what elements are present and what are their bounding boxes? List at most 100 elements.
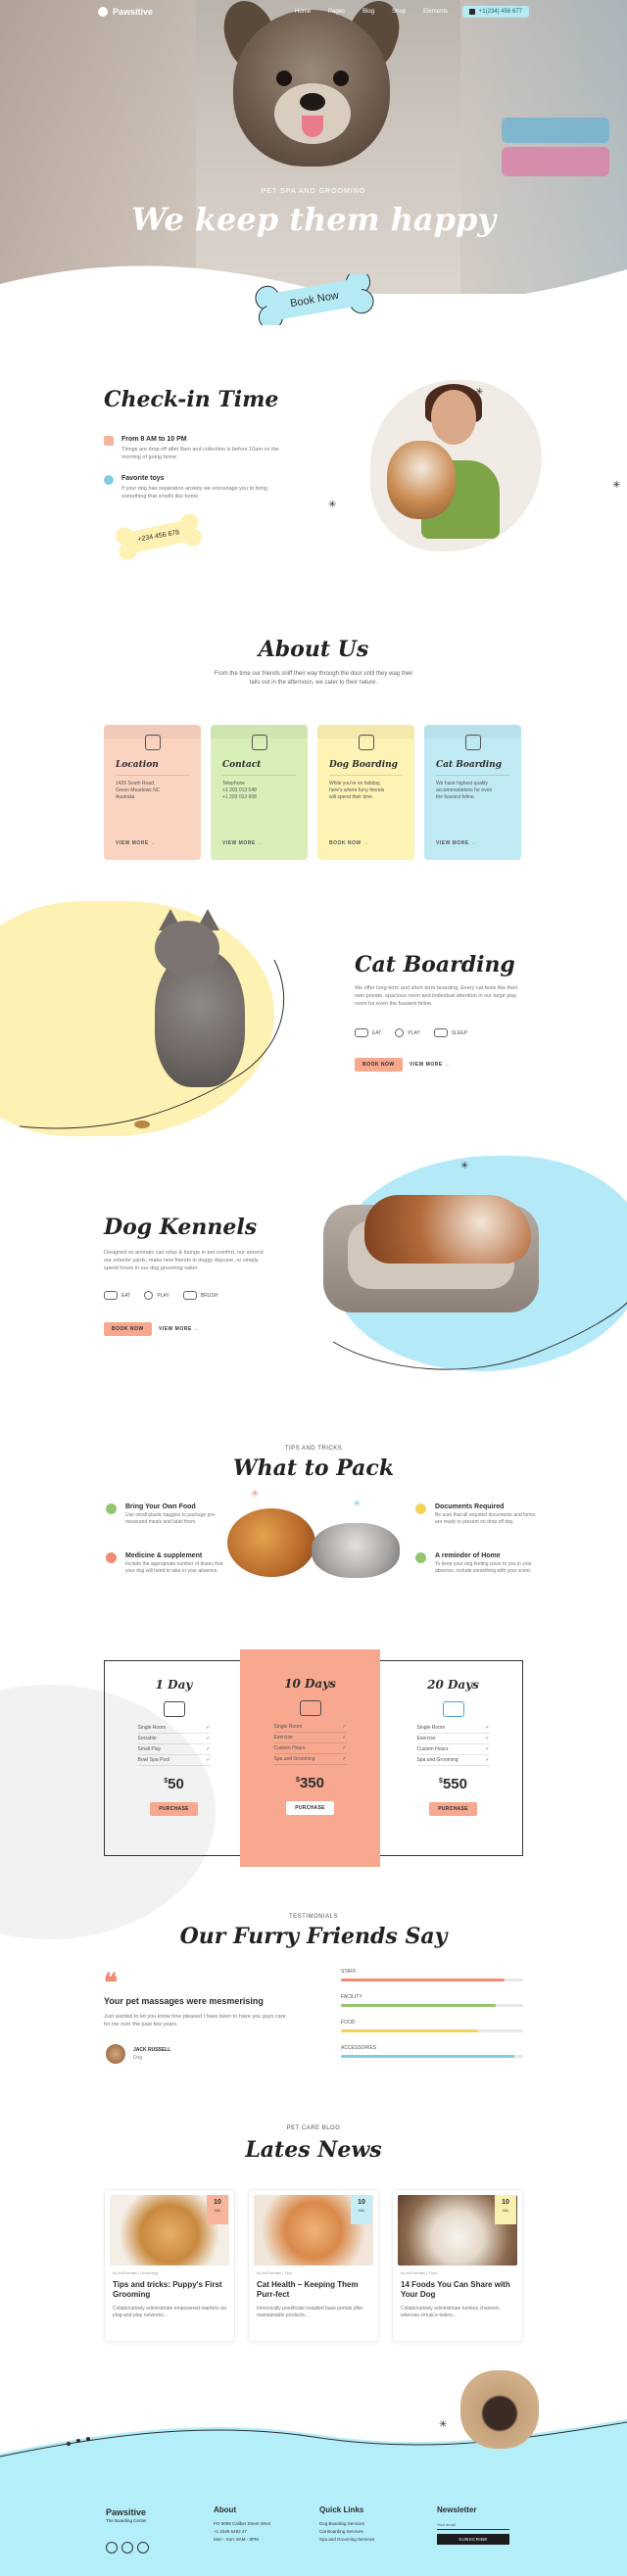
sparkle-icon: ✳ [475,387,484,398]
testimonial-text: Just wanted to let you know how pleased … [104,2014,286,2027]
news-meta: by AxiThemes | Grooming [113,2270,158,2275]
feature-sleep: SLEEP [433,1028,467,1037]
rating-fill [341,2055,514,2058]
plan-feature: Single Room ✓ [273,1722,347,1733]
news-card[interactable]: 10 JUL by AxiThemes | Food 14 Foods You C… [392,2189,523,2342]
plan-title: 1 Day [155,1678,193,1692]
feature-play: PLAY [395,1028,420,1037]
newsletter-email-input[interactable]: Your email [437,2520,509,2530]
bed-icon [163,1701,185,1717]
testimonials-section: TESTIMONIALS Our Furry Friends Say ❝ You… [0,1900,627,2096]
nav-link-home[interactable]: Home [295,9,311,15]
view-more-link[interactable]: VIEW MORE → [222,840,263,846]
card-line: 1426 South Road, [116,781,156,787]
rating-fill [341,1979,506,1981]
card-line: +1 203 013 548 [222,787,257,793]
book-now-link[interactable]: BOOK NOW → [329,840,368,846]
paw-icon [98,7,108,17]
footer-link[interactable]: Cat Boarding Services [319,2528,374,2536]
nav-link-pages[interactable]: Pages [328,9,345,15]
cat-book-now-button[interactable]: BOOK NOW [355,1058,403,1072]
pricing-plan-20-days: 20 Days Single Room ✓ Exercise ✓ Custom Ho… [383,1660,523,1816]
plan-feature: Spa and Grooming ✓ [273,1754,347,1765]
instagram-icon[interactable] [121,2542,133,2553]
facebook-icon[interactable] [137,2542,149,2553]
testimonials-kicker: TESTIMONIALS [288,1914,338,1920]
footer-link[interactable]: Spa and Grooming Services [319,2536,374,2544]
card-head: Dog Boarding [329,760,403,776]
cat-features: EAT PLAY SLEEP [355,1028,467,1037]
pack-item-text: Use small plastic baggies to package pre… [125,1512,217,1525]
bowl-icon [355,1028,368,1037]
nav-link-blog[interactable]: Blog [362,9,374,15]
testimonials-title: Our Furry Friends Say [179,1924,448,1949]
footer-link[interactable]: Dog Boarding Services [319,2520,374,2528]
view-more-link[interactable]: VIEW MORE → [436,840,476,846]
plan-feature: Exercise ✓ [273,1733,347,1743]
plan-price: $50 [164,1776,184,1792]
sparkle-icon: ✳ [460,1161,469,1171]
about-subtitle: From the time our friends sniff their wa… [214,671,413,686]
feature-play: PLAY [144,1291,169,1300]
news-title-link[interactable]: Cat Health – Keeping Them Purr-fect [257,2280,374,2300]
plan-feature: Single Room ✓ [137,1723,211,1734]
card-line: While you're on holiday, [329,781,381,787]
twitter-icon[interactable] [106,2542,118,2553]
check-icon [106,1552,117,1563]
nav-link-shop[interactable]: Shop [392,9,406,15]
check-icon [415,1552,426,1563]
cat-boarding-section: Cat Boarding We offer long-term and shor… [0,882,627,1166]
purchase-button[interactable]: PURCHASE [429,1802,477,1816]
footer: ✳ Pawsitive The Boarding Center About PO… [0,2361,627,2576]
news-card[interactable]: 10 JUL by AxiThemes | Grooming Tips and t… [104,2189,235,2342]
dog-kennels-section: ✳ Dog Kennels Designed so animals can re… [0,1156,627,1420]
footer-brand[interactable]: Pawsitive The Boarding Center [106,2507,147,2523]
footer-brand-name: Pawsitive [106,2507,147,2517]
nav-links: Home Pages Blog Shop Elements [295,9,448,15]
nav-link-elements[interactable]: Elements [423,9,448,15]
pack-item-head: Bring Your Own Food [125,1503,196,1510]
phone-button[interactable]: +1(234) 456 677 [461,6,529,18]
about-title: About Us [258,637,369,662]
brand-logo[interactable]: Pawsitive [98,7,153,17]
news-section: PET CARE BLOG Lates News 10 JUL by AxiThe… [0,2096,627,2361]
pack-item-text: To keep your dog feeling close to you in… [435,1561,532,1574]
plan-price: $350 [296,1775,324,1791]
dog-book-now-button[interactable]: BOOK NOW [104,1322,152,1336]
card-line: the fussiest feline. [436,794,476,800]
sparkle-icon: ✳ [353,1499,362,1509]
testimonial-author: JACK RUSSELL [133,2047,171,2053]
news-card[interactable]: 10 JUL by AxiThemes | Tips Cat Health – K… [248,2189,379,2342]
pack-kicker: TIPS AND TRICKS [284,1446,343,1452]
check-icon [106,1503,117,1514]
view-more-link[interactable]: VIEW MORE → [116,840,156,846]
purchase-button[interactable]: PURCHASE [150,1802,198,1816]
purchase-button[interactable]: PURCHASE [286,1801,334,1815]
plan-feature: Custom Hours ✓ [273,1743,347,1754]
footer-quick-links: Quick Links Dog Boarding Services Cat Bo… [319,2505,374,2544]
call-bone-button[interactable]: +234 456 678 [110,513,208,560]
date-badge: 10 JUL [351,2195,372,2224]
checkin-item-hours: From 8 AM to 10 PM Things are drop off a… [104,436,290,461]
sparkle-icon: ✳ [439,2419,448,2430]
card-line: Green Meadows NC [116,787,161,793]
card-line: here's where furry friends [329,787,385,793]
checkin-item-text: If your dog has separation anxiety we en… [121,486,267,500]
book-now-button[interactable]: Book Now [247,269,382,330]
plan-feature: Sociable ✓ [137,1734,211,1744]
bed-icon [433,1028,448,1037]
news-title-link[interactable]: 14 Foods You Can Share with Your Dog [401,2280,518,2300]
card-head: Cat Boarding [436,760,509,776]
checkin-item-head: Favorite toys [121,475,165,482]
cat-view-more-link[interactable]: VIEW MORE → [410,1062,450,1068]
dog-view-more-link[interactable]: VIEW MORE → [159,1326,199,1332]
cat-boarding-title: Cat Boarding [355,952,515,978]
plan-feature: Bowl Spa Pool ✓ [137,1755,211,1766]
about-card-contact: Contact Telephone +1 203 013 548 +1 203 … [211,725,308,860]
plan-title: 20 Days [427,1678,479,1692]
checkin-section: Check-in Time From 8 AM to 10 PM Things … [0,333,627,597]
footer-hours: Mon - Sun: 8AM - 8PM [214,2537,259,2542]
news-title-link[interactable]: Tips and tricks: Puppy's First Grooming [113,2280,230,2300]
rating-label: STAFF [341,1969,357,1975]
subscribe-button[interactable]: SUBSCRIBE [437,2534,509,2545]
